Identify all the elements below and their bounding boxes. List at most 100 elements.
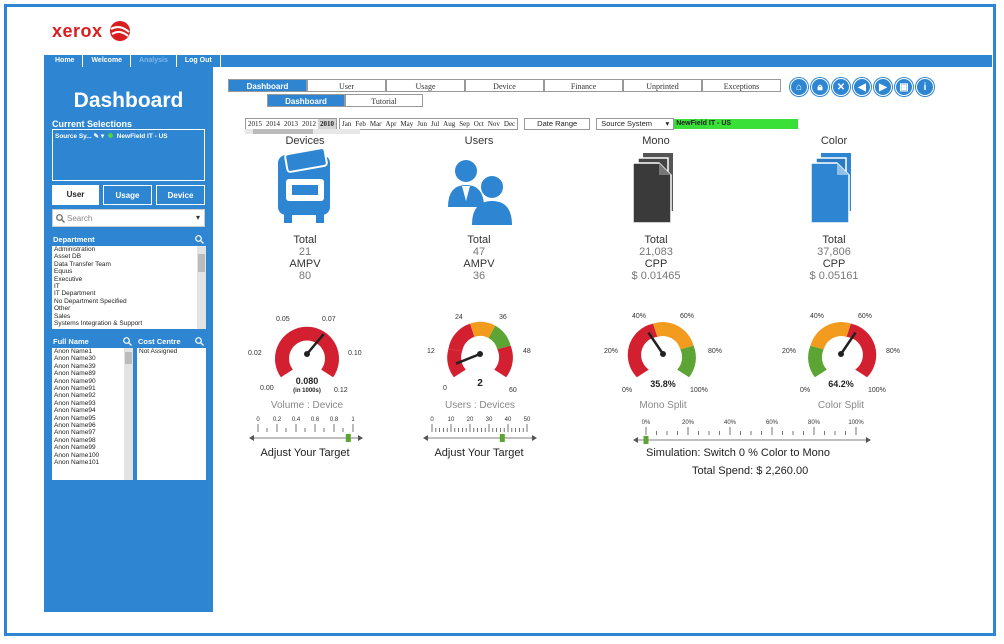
nav-analysis[interactable]: Analysis	[131, 55, 177, 67]
month-option[interactable]: Mar	[368, 119, 384, 129]
lock-icon[interactable]: 🔒︎	[811, 78, 829, 96]
month-option[interactable]: Sep	[457, 119, 472, 129]
user-button[interactable]: User	[52, 185, 99, 205]
month-option[interactable]: Nov	[486, 119, 502, 129]
gauge-tick: 0.05	[276, 316, 290, 323]
search-input[interactable]: Search ▾	[52, 209, 205, 227]
list-item[interactable]: Systems Integration & Support	[52, 320, 206, 327]
gauge-tick: 0.10	[348, 350, 362, 357]
list-item[interactable]: Administration	[52, 246, 206, 253]
list-item[interactable]: Anon Name39	[52, 363, 133, 370]
forward-icon[interactable]: ▶	[874, 78, 892, 96]
list-item[interactable]: Anon Name98	[52, 437, 133, 444]
list-item[interactable]: Anon Name97	[52, 429, 133, 436]
year-option[interactable]: 2015	[246, 119, 264, 129]
date-range-button[interactable]: Date Range	[524, 118, 591, 130]
list-item[interactable]: IT Department	[52, 290, 206, 297]
selection-row[interactable]: Source Sy... ✎ ▾ NewField IT - US	[55, 132, 168, 140]
list-item[interactable]: Anon Name99	[52, 444, 133, 451]
slider-thumb[interactable]	[643, 436, 649, 444]
month-option[interactable]: Jun	[415, 119, 429, 129]
list-item[interactable]: Other	[52, 305, 206, 312]
list-item[interactable]: Asset DB	[52, 253, 206, 260]
nav-welcome[interactable]: Welcome	[83, 55, 132, 67]
list-item[interactable]: Anon Name96	[52, 422, 133, 429]
scroll-thumb[interactable]	[125, 352, 132, 364]
tab-user[interactable]: User	[307, 79, 386, 92]
device-button[interactable]: Device	[156, 185, 205, 205]
list-item[interactable]: Anon Name93	[52, 400, 133, 407]
slider-thumb[interactable]	[345, 434, 351, 442]
list-item[interactable]: Data Transfer Team	[52, 261, 206, 268]
save-icon[interactable]: ▣	[895, 78, 913, 96]
month-option[interactable]: Aug	[441, 119, 457, 129]
list-item[interactable]: Sales	[52, 313, 206, 320]
subtab-dashboard[interactable]: Dashboard	[267, 94, 345, 107]
department-search-icon[interactable]	[195, 235, 204, 244]
tab-device[interactable]: Device	[465, 79, 544, 92]
year-option[interactable]: 2012	[300, 119, 318, 129]
full-name-scrollbar[interactable]	[124, 348, 133, 480]
list-item[interactable]: Executive	[52, 276, 206, 283]
tab-finance[interactable]: Finance	[544, 79, 623, 92]
year-option-selected[interactable]: 2010	[318, 119, 336, 129]
slider-left-arrow-icon[interactable]	[249, 435, 254, 441]
search-dropdown-icon[interactable]: ▾	[196, 213, 200, 222]
usage-button[interactable]: Usage	[103, 185, 152, 205]
full-name-search-icon[interactable]	[123, 337, 132, 346]
list-item[interactable]: Equus	[52, 268, 206, 275]
list-item[interactable]: Anon Name101	[52, 459, 133, 466]
month-option[interactable]: Apr	[384, 119, 399, 129]
info-icon[interactable]: i	[916, 78, 934, 96]
slider-left-arrow-icon[interactable]	[423, 435, 428, 441]
month-option[interactable]: Dec	[502, 119, 517, 129]
month-option[interactable]: Jul	[429, 119, 441, 129]
month-option[interactable]: Feb	[353, 119, 368, 129]
month-option[interactable]: Jan	[340, 119, 353, 129]
nav-home[interactable]: Home	[47, 55, 84, 67]
list-item[interactable]: IT	[52, 283, 206, 290]
close-icon[interactable]: ✕	[832, 78, 850, 96]
edit-icon[interactable]: ✎	[94, 133, 99, 140]
list-item[interactable]: Anon Name90	[52, 378, 133, 385]
back-icon[interactable]: ◀	[853, 78, 871, 96]
tab-exceptions[interactable]: Exceptions	[702, 79, 781, 92]
list-item[interactable]: Anon Name30	[52, 355, 133, 362]
users-target-slider[interactable]: 0 10 20 30 40 50	[422, 413, 542, 445]
nav-logout[interactable]: Log Out	[177, 55, 221, 67]
subtab-tutorial[interactable]: Tutorial	[345, 94, 423, 107]
scroll-thumb[interactable]	[198, 254, 205, 272]
scroll-thumb[interactable]	[253, 129, 313, 134]
list-item[interactable]: Anon Name95	[52, 415, 133, 422]
list-item[interactable]: Anon Name92	[52, 392, 133, 399]
list-item[interactable]: Not Assigned	[137, 348, 206, 355]
source-system-select[interactable]: Source System ▾	[596, 118, 675, 130]
slider-right-arrow-icon[interactable]	[866, 437, 871, 443]
slider-left-arrow-icon[interactable]	[633, 437, 638, 443]
slider-thumb[interactable]	[499, 434, 505, 442]
volume-target-slider[interactable]: 0 0.2 0.4 0.6 0.8 1	[248, 413, 368, 445]
year-option[interactable]: 2014	[264, 119, 282, 129]
list-item[interactable]: Anon Name94	[52, 407, 133, 414]
source-system-chip[interactable]: NewField IT - US	[674, 119, 799, 129]
month-option[interactable]: May	[398, 119, 415, 129]
list-item[interactable]: Anon Name1	[52, 348, 133, 355]
slider-right-arrow-icon[interactable]	[532, 435, 537, 441]
list-item[interactable]: Anon Name100	[52, 452, 133, 459]
tab-unprinted[interactable]: Unprinted	[623, 79, 702, 92]
department-scrollbar[interactable]	[197, 246, 206, 329]
dropdown-icon[interactable]: ▾	[101, 133, 104, 140]
tab-dashboard[interactable]: Dashboard	[228, 79, 307, 92]
simulation-slider[interactable]: 0% 20% 40% 60% 80% 100%	[630, 416, 875, 446]
slider-right-arrow-icon[interactable]	[358, 435, 363, 441]
tab-usage[interactable]: Usage	[386, 79, 465, 92]
list-item[interactable]: Anon Name89	[52, 370, 133, 377]
year-option[interactable]: 2013	[282, 119, 300, 129]
list-item[interactable]: Anon Name91	[52, 385, 133, 392]
month-option[interactable]: Oct	[472, 119, 486, 129]
home-icon[interactable]: ⌂	[790, 78, 808, 96]
list-item[interactable]: No Department Specified	[52, 298, 206, 305]
year-scrollbar[interactable]	[245, 129, 360, 134]
panel-metric-label: AMPV	[289, 258, 321, 270]
cost-centre-search-icon[interactable]	[195, 337, 204, 346]
